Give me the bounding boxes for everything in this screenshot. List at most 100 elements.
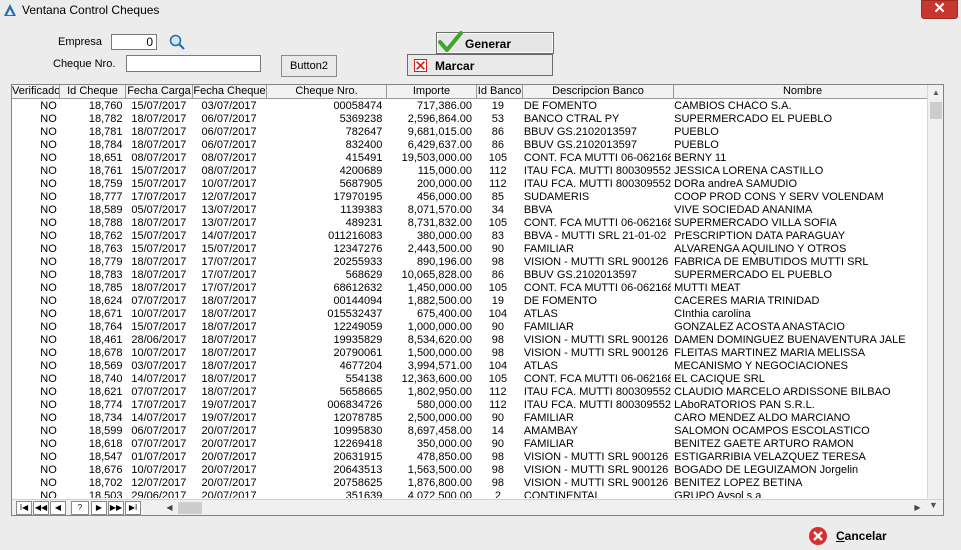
cell-descripcion-banco: ITAU FCA. MUTTI 800309552: [523, 178, 671, 190]
table-row[interactable]: NO 18,569 03/07/2017 18/07/2017 4677204 3,994…: [12, 360, 928, 373]
scroll-thumb[interactable]: [930, 102, 942, 119]
cheques-grid[interactable]: Verificado Id Cheque Fecha Carga Fecha C…: [11, 84, 944, 516]
table-row[interactable]: NO 18,461 28/06/2017 18/07/2017 19935829 8,53…: [12, 334, 928, 347]
cell-verificado: NO: [40, 295, 57, 307]
cell-importe: 115,000.00: [417, 165, 472, 177]
table-row[interactable]: NO 18,678 10/07/2017 18/07/2017 20790061 1,50…: [12, 347, 928, 360]
cell-descripcion-banco: FAMILIAR: [523, 321, 574, 333]
cell-fecha-carga: 12/07/2017: [131, 477, 187, 489]
nav-help-button[interactable]: ?: [71, 501, 89, 515]
table-row[interactable]: NO 18,762 15/07/2017 14/07/2017 011216083 380…: [12, 230, 928, 243]
header-id-cheque[interactable]: Id Cheque: [60, 85, 126, 99]
cell-nombre: LAboRATORIOS PAN S.R.L.: [674, 399, 815, 411]
header-id-banco[interactable]: Id Banco: [477, 85, 523, 99]
table-row[interactable]: NO 18,671 10/07/2017 18/07/2017 015532437 675…: [12, 308, 928, 321]
table-row[interactable]: NO 18,621 07/07/2017 18/07/2017 5658665 1,802…: [12, 386, 928, 399]
cell-fecha-cheque: 17/07/2017: [201, 269, 257, 281]
cell-cheque-nro: 20255933: [333, 256, 383, 268]
nav-next-page-button[interactable]: ▶▶: [108, 501, 124, 515]
table-row[interactable]: NO 18,764 15/07/2017 18/07/2017 12249059 1,00…: [12, 321, 928, 334]
empresa-input[interactable]: 0: [111, 34, 157, 50]
table-row[interactable]: NO 18,734 14/07/2017 19/07/2017 12078785 2,50…: [12, 412, 928, 425]
table-row[interactable]: NO 18,785 18/07/2017 17/07/2017 68612632 1,45…: [12, 282, 928, 295]
button2-button[interactable]: Button2: [281, 55, 337, 77]
header-importe[interactable]: Importe: [387, 85, 477, 99]
table-row[interactable]: NO 18,781 18/07/2017 06/07/2017 782647 9,681,…: [12, 126, 928, 139]
cell-fecha-cheque: 17/07/2017: [201, 282, 257, 294]
header-verificado[interactable]: Verificado: [12, 85, 60, 99]
cell-id-cheque: 18,763: [88, 243, 123, 255]
table-row[interactable]: NO 18,779 18/07/2017 17/07/2017 20255933 890,…: [12, 256, 928, 269]
cell-fecha-carga: 15/07/2017: [131, 178, 187, 190]
cell-fecha-cheque: 19/07/2017: [201, 399, 257, 411]
cell-fecha-carga: 15/07/2017: [131, 321, 187, 333]
vertical-scrollbar[interactable]: ▲: [927, 85, 943, 499]
cell-descripcion-banco: BANCO CTRAL PY: [523, 113, 620, 125]
header-fecha-cheque[interactable]: Fecha Cheque: [193, 85, 267, 99]
cell-cheque-nro: 1139383: [340, 204, 383, 216]
cell-nombre: CARO MENDEZ ALDO MARCIANO: [674, 412, 851, 424]
nav-prior-page-button[interactable]: ◀◀: [33, 501, 49, 515]
cell-descripcion-banco: VISION - MUTTI SRL 900126: [523, 477, 669, 489]
nav-prior-button[interactable]: ◀: [50, 501, 66, 515]
table-row[interactable]: NO 18,777 17/07/2017 12/07/2017 17970195 456,…: [12, 191, 928, 204]
cell-fecha-cheque: 13/07/2017: [201, 204, 257, 216]
scroll-down-icon[interactable]: ▼: [929, 500, 938, 510]
nav-last-button[interactable]: ▶I: [125, 501, 141, 515]
scroll-left-icon[interactable]: ◀: [162, 501, 177, 515]
cell-verificado: NO: [40, 399, 57, 411]
marcar-button[interactable]: Marcar: [407, 54, 553, 76]
close-button[interactable]: ✕: [921, 0, 958, 19]
cell-verificado: NO: [40, 308, 57, 320]
table-row[interactable]: NO 18,702 12/07/2017 20/07/2017 20758625 1,87…: [12, 477, 928, 490]
cell-id-cheque: 18,676: [88, 464, 123, 476]
table-row[interactable]: NO 18,760 15/07/2017 03/07/2017 00058474 717,…: [12, 100, 928, 113]
cell-nombre: BOGADO DE LEGUIZAMON Jorgelin: [674, 464, 859, 476]
cell-id-banco: 83: [491, 230, 505, 242]
table-row[interactable]: NO 18,624 07/07/2017 18/07/2017 00144094 1,88…: [12, 295, 928, 308]
cheque-input[interactable]: [126, 55, 261, 72]
cell-fecha-carga: 15/07/2017: [131, 243, 187, 255]
cell-id-banco: 90: [491, 321, 505, 333]
horizontal-scroll-thumb[interactable]: [178, 502, 202, 514]
cell-importe: 478,850.00: [416, 451, 472, 463]
table-row[interactable]: NO 18,676 10/07/2017 20/07/2017 20643513 1,56…: [12, 464, 928, 477]
header-fecha-carga[interactable]: Fecha Carga: [126, 85, 193, 99]
nav-next-button[interactable]: ▶: [91, 501, 107, 515]
table-row[interactable]: NO 18,589 05/07/2017 13/07/2017 1139383 8,071…: [12, 204, 928, 217]
cancelar-button[interactable]: Cancelar: [808, 524, 892, 548]
cell-id-banco: 90: [491, 412, 505, 424]
cell-verificado: NO: [40, 425, 57, 437]
cell-fecha-carga: 28/06/2017: [131, 334, 187, 346]
cell-descripcion-banco: ITAU FCA. MUTTI 800309552: [523, 386, 671, 398]
cell-fecha-cheque: 14/07/2017: [201, 230, 257, 242]
cell-nombre: ALVARENGA AQUILINO Y OTROS: [674, 243, 847, 255]
nav-first-button[interactable]: I◀: [16, 501, 32, 515]
cell-id-cheque: 18,785: [88, 282, 123, 294]
table-row[interactable]: NO 18,759 15/07/2017 10/07/2017 5687905 200,0…: [12, 178, 928, 191]
cell-verificado: NO: [40, 204, 57, 216]
header-cheque-nro[interactable]: Cheque Nro.: [267, 85, 387, 99]
table-row[interactable]: NO 18,782 18/07/2017 06/07/2017 5369238 2,596…: [12, 113, 928, 126]
table-row[interactable]: NO 18,774 17/07/2017 19/07/2017 006834726 580…: [12, 399, 928, 412]
table-row[interactable]: NO 18,784 18/07/2017 06/07/2017 832400 6,429,…: [12, 139, 928, 152]
table-row[interactable]: NO 18,651 08/07/2017 08/07/2017 415491 19,503…: [12, 152, 928, 165]
cell-verificado: NO: [40, 243, 57, 255]
table-row[interactable]: NO 18,763 15/07/2017 15/07/2017 12347276 2,44…: [12, 243, 928, 256]
table-row[interactable]: NO 18,618 07/07/2017 20/07/2017 12269418 350,…: [12, 438, 928, 451]
header-nombre[interactable]: Nombre: [674, 85, 932, 99]
table-row[interactable]: NO 18,740 14/07/2017 18/07/2017 554138 12,363…: [12, 373, 928, 386]
table-row[interactable]: NO 18,788 18/07/2017 13/07/2017 489231 8,731,…: [12, 217, 928, 230]
search-icon[interactable]: [168, 33, 186, 51]
table-row[interactable]: NO 18,503 29/06/2017 20/07/2017 351639 4,072,…: [12, 490, 928, 498]
header-descripcion-banco[interactable]: Descripcion Banco: [523, 85, 674, 99]
table-row[interactable]: NO 18,547 01/07/2017 20/07/2017 20631915 478,…: [12, 451, 928, 464]
table-row[interactable]: NO 18,599 06/07/2017 20/07/2017 10995830 8,69…: [12, 425, 928, 438]
cell-id-banco: 90: [491, 243, 505, 255]
scroll-up-icon[interactable]: ▲: [928, 85, 943, 100]
table-row[interactable]: NO 18,783 18/07/2017 17/07/2017 568629 10,065…: [12, 269, 928, 282]
table-row[interactable]: NO 18,761 15/07/2017 08/07/2017 4200689 115,0…: [12, 165, 928, 178]
cell-descripcion-banco: FAMILIAR: [523, 412, 574, 424]
cell-cheque-nro: 20631915: [333, 451, 383, 463]
scroll-right-icon[interactable]: ▶: [910, 501, 925, 515]
